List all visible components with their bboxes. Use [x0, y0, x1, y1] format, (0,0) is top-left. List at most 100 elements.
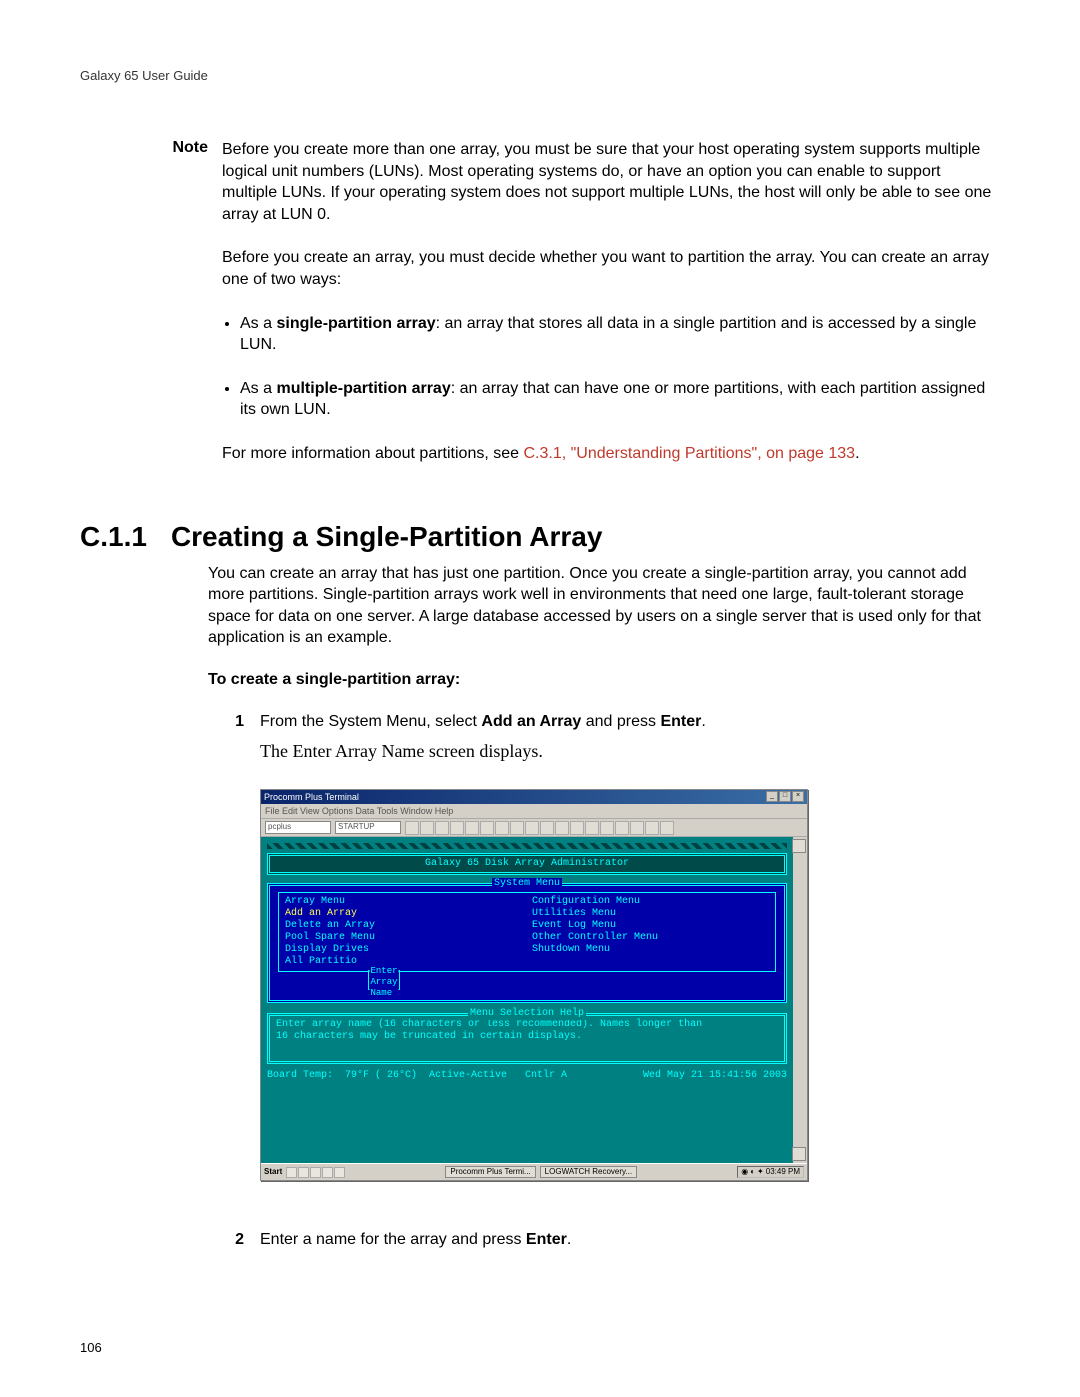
inner-label: Enter Array Name [369, 966, 398, 998]
profile-field[interactable]: pcplus [265, 821, 331, 834]
menubar[interactable]: File Edit View Options Data Tools Window… [261, 804, 807, 819]
menu-item[interactable]: Event Log Menu [532, 920, 616, 931]
maximize-icon[interactable]: □ [779, 791, 791, 802]
note-p1: Before you create more than one array, y… [222, 139, 1000, 225]
note-p2: Before you create an array, you must dec… [222, 247, 1000, 290]
steps-list: 1 From the System Menu, select Add an Ar… [208, 711, 1000, 1257]
tray-icon[interactable]: ◉ [741, 1167, 748, 1178]
tool-icon[interactable] [510, 821, 524, 835]
menu-item[interactable]: Shutdown Menu [532, 944, 610, 955]
menu-item[interactable]: All Partitio [285, 956, 357, 967]
tray-icon[interactable] [322, 1167, 333, 1178]
note-block: Note Before you create more than one arr… [130, 139, 1000, 487]
section-heading: C.1.1 Creating a Single-Partition Array [80, 521, 1000, 553]
tool-icon[interactable] [465, 821, 479, 835]
taskbar: Start Procomm Plus Termi... LOGWATCH Rec… [261, 1163, 807, 1180]
taskbar-app[interactable]: Procomm Plus Termi... [445, 1166, 535, 1179]
admin-title: Galaxy 65 Disk Array Administrator [267, 853, 787, 875]
system-tray: ◉ ◐ ✦ 03:49 PM [737, 1166, 804, 1179]
clock: 03:49 PM [766, 1167, 800, 1178]
scroll-up-icon[interactable] [792, 839, 806, 853]
menu-item[interactable]: Delete an Array [285, 920, 375, 931]
note-p3: For more information about partitions, s… [222, 443, 1000, 465]
tray-icon[interactable] [334, 1167, 345, 1178]
procedure-head: To create a single-partition array: [208, 671, 1000, 689]
content-block: Note Before you create more than one arr… [80, 139, 1000, 487]
step-item: 2 Enter a name for the array and press E… [208, 1229, 1000, 1257]
status-line: Board Temp: 79°F ( 26°C) Active-Active C… [267, 1070, 787, 1082]
menu-columns: Array Menu Add an Array Delete an Array … [278, 892, 776, 972]
close-icon[interactable]: × [792, 791, 804, 802]
scroll-down-icon[interactable] [792, 1147, 806, 1161]
tool-icon[interactable] [615, 821, 629, 835]
menu-col-left: Array Menu Add an Array Delete an Array … [285, 896, 522, 968]
tool-icon[interactable] [570, 821, 584, 835]
note-body: Before you create more than one array, y… [222, 139, 1000, 487]
step-result: The Enter Array Name screen displays. [260, 739, 808, 763]
menu-item[interactable]: Other Controller Menu [532, 932, 658, 943]
tool-icon[interactable] [420, 821, 434, 835]
tray-icon[interactable] [310, 1167, 321, 1178]
tool-icon[interactable] [525, 821, 539, 835]
tool-icon[interactable] [495, 821, 509, 835]
note-label: Note [130, 139, 222, 487]
tool-icon[interactable] [630, 821, 644, 835]
menu-item-selected[interactable]: Add an Array [285, 908, 357, 919]
window-controls: _ □ × [766, 791, 804, 802]
start-button[interactable]: Start [264, 1167, 282, 1178]
tool-icon[interactable] [555, 821, 569, 835]
tool-icon[interactable] [450, 821, 464, 835]
help-label: Menu Selection Help [468, 1008, 586, 1020]
menu-item[interactable]: Configuration Menu [532, 896, 640, 907]
quick-launch [286, 1167, 345, 1178]
menu-item[interactable]: Utilities Menu [532, 908, 616, 919]
cross-ref-link[interactable]: C.3.1, "Understanding Partitions", on pa… [523, 445, 855, 462]
note-bullets: As a single-partition array: an array th… [222, 313, 1000, 421]
taskbar-app[interactable]: LOGWATCH Recovery... [540, 1166, 637, 1179]
help-line: Enter array name (16 characters or less … [276, 1019, 778, 1031]
step-number: 2 [208, 1229, 260, 1257]
toolbar: pcplus STARTUP [261, 819, 807, 837]
bullet-item: As a single-partition array: an array th… [240, 313, 1000, 356]
help-line: 16 characters may be truncated in certai… [276, 1031, 778, 1043]
section-number: C.1.1 [80, 521, 147, 553]
menu-item[interactable]: Display Drives [285, 944, 369, 955]
section-title: Creating a Single-Partition Array [171, 521, 603, 553]
step-body: From the System Menu, select Add an Arra… [260, 711, 808, 1221]
tool-icon[interactable] [540, 821, 554, 835]
system-menu-panel: System Menu Array Menu Add an Array Dele… [267, 883, 787, 1003]
tool-icon[interactable] [600, 821, 614, 835]
tray-icon[interactable]: ✦ [757, 1167, 764, 1178]
tray-icon[interactable]: ◐ [750, 1167, 755, 1178]
page: Galaxy 65 User Guide Note Before you cre… [0, 0, 1080, 1397]
enter-array-name-box: Enter Array Name [368, 970, 400, 990]
terminal-screen: Galaxy 65 Disk Array Administrator Syste… [261, 837, 807, 1163]
tool-icon[interactable] [480, 821, 494, 835]
status-right: Wed May 21 15:41:56 2003 [643, 1070, 787, 1082]
step-body: Enter a name for the array and press Ent… [260, 1229, 571, 1257]
script-field[interactable]: STARTUP [335, 821, 401, 834]
bullet-item: As a multiple-partition array: an array … [240, 378, 1000, 421]
tray-icon[interactable] [286, 1167, 297, 1178]
help-box: Menu Selection Help Enter array name (16… [267, 1013, 787, 1064]
titlebar: Procomm Plus Terminal _ □ × [261, 790, 807, 804]
terminal-screenshot: Procomm Plus Terminal _ □ × File Edit Vi… [260, 789, 808, 1181]
tool-icon[interactable] [645, 821, 659, 835]
panel-label: System Menu [492, 878, 562, 890]
tray-icon[interactable] [298, 1167, 309, 1178]
tool-icon[interactable] [435, 821, 449, 835]
toolbar-icons [405, 821, 674, 835]
step-number: 1 [208, 711, 260, 1221]
tool-icon[interactable] [660, 821, 674, 835]
minimize-icon[interactable]: _ [766, 791, 778, 802]
window-title: Procomm Plus Terminal [264, 791, 359, 803]
menu-item[interactable]: Array Menu [285, 896, 345, 907]
tool-icon[interactable] [585, 821, 599, 835]
running-head: Galaxy 65 User Guide [80, 68, 1000, 83]
section-body-wrap: You can create an array that has just on… [80, 563, 1000, 1257]
step-item: 1 From the System Menu, select Add an Ar… [208, 711, 1000, 1221]
tool-icon[interactable] [405, 821, 419, 835]
menu-item[interactable]: Pool Spare Menu [285, 932, 375, 943]
section-body: You can create an array that has just on… [208, 563, 1000, 649]
status-left: Board Temp: 79°F ( 26°C) Active-Active C… [267, 1070, 567, 1082]
